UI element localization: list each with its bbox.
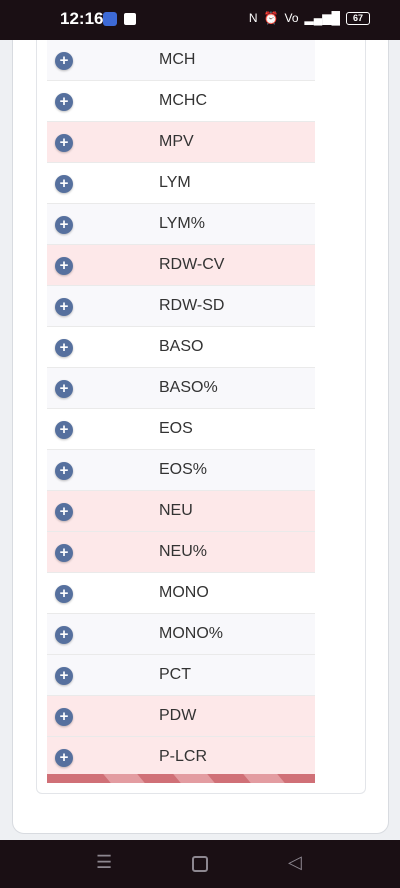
expand-row-button[interactable]: +: [55, 708, 73, 726]
table-row: + MCHC: [47, 81, 315, 122]
table-row: + BASO: [47, 327, 315, 368]
expand-row-button[interactable]: +: [55, 380, 73, 398]
table-row: + BASO%: [47, 368, 315, 409]
table-row: + LYM: [47, 163, 315, 204]
home-icon[interactable]: [192, 856, 208, 872]
parameter-label: PDW: [159, 707, 197, 724]
expand-row-button[interactable]: +: [55, 667, 73, 685]
table-row: + P-LCR: [47, 737, 315, 778]
expand-row-button[interactable]: +: [55, 503, 73, 521]
system-icons: N ⏰ Vo ▂▄▆█ 67: [249, 11, 370, 25]
expand-row-button[interactable]: +: [55, 298, 73, 316]
app-notification-icon: [103, 12, 117, 26]
expand-row-button[interactable]: +: [55, 134, 73, 152]
expand-row-button[interactable]: +: [55, 257, 73, 275]
signal-icon: ▂▄▆█: [304, 11, 340, 25]
expand-row-button[interactable]: +: [55, 626, 73, 644]
back-icon[interactable]: ◁: [288, 852, 302, 873]
volte-icon: Vo: [284, 11, 299, 25]
parameter-label: MCHC: [159, 92, 207, 109]
menu-icon[interactable]: ☰: [96, 852, 112, 873]
expand-row-button[interactable]: +: [55, 339, 73, 357]
expand-row-button[interactable]: +: [55, 421, 73, 439]
expand-row-button[interactable]: +: [55, 216, 73, 234]
nfc-icon: N: [248, 11, 258, 25]
parameter-label: BASO%: [159, 379, 218, 396]
table-row: + MCH: [47, 40, 315, 81]
parameter-label: NEU: [159, 502, 193, 519]
table-row: + EOS: [47, 409, 315, 450]
parameter-label: MCH: [159, 51, 196, 68]
expand-row-button[interactable]: +: [55, 749, 73, 767]
parameter-label: NEU%: [159, 543, 208, 560]
expand-row-button[interactable]: +: [55, 52, 73, 70]
status-time: 12:16: [60, 9, 104, 28]
parameter-label: EOS: [159, 420, 193, 437]
table-row: + MONO%: [47, 614, 315, 655]
status-bar: 12:16 N ⏰ Vo ▂▄▆█ 67: [0, 0, 400, 40]
alarm-icon: ⏰: [263, 11, 279, 25]
parameter-label: BASO: [159, 338, 204, 355]
parameter-table: + MCH + MCHC + MPV + LYM + LYM% + RDW-CV + RDW-SD + BAS…: [47, 40, 315, 778]
table-row: + RDW-CV: [47, 245, 315, 286]
table-row: + MONO: [47, 573, 315, 614]
navigation-bar: ☰ ◁: [0, 840, 400, 888]
parameter-label: EOS%: [159, 461, 208, 478]
box-notification-icon: [124, 13, 136, 25]
table-row: + NEU: [47, 491, 315, 532]
table-row: + EOS%: [47, 450, 315, 491]
parameter-label: LYM%: [159, 215, 205, 232]
page-card: + MCH + MCHC + MPV + LYM + LYM% + RDW-CV + RDW-SD + BAS…: [12, 40, 389, 834]
expand-row-button[interactable]: +: [55, 93, 73, 111]
table-row: + PCT: [47, 655, 315, 696]
expand-row-button[interactable]: +: [55, 462, 73, 480]
parameter-label: P-LCR: [159, 748, 208, 765]
parameter-label: MPV: [159, 133, 194, 150]
table-scroll-stripe: [47, 774, 315, 783]
table-row: + NEU%: [47, 532, 315, 573]
expand-row-button[interactable]: +: [55, 544, 73, 562]
parameter-label: RDW-CV: [159, 256, 225, 273]
table-row: + RDW-SD: [47, 286, 315, 327]
parameter-label: MONO: [159, 584, 209, 601]
table-row: + MPV: [47, 122, 315, 163]
parameter-label: LYM: [159, 174, 191, 191]
parameter-label: PCT: [159, 666, 191, 683]
expand-row-button[interactable]: +: [55, 175, 73, 193]
expand-row-button[interactable]: +: [55, 585, 73, 603]
parameter-label: MONO%: [159, 625, 223, 642]
table-row: + LYM%: [47, 204, 315, 245]
battery-icon: 67: [346, 11, 370, 25]
table-row: + PDW: [47, 696, 315, 737]
parameter-label: RDW-SD: [159, 297, 225, 314]
